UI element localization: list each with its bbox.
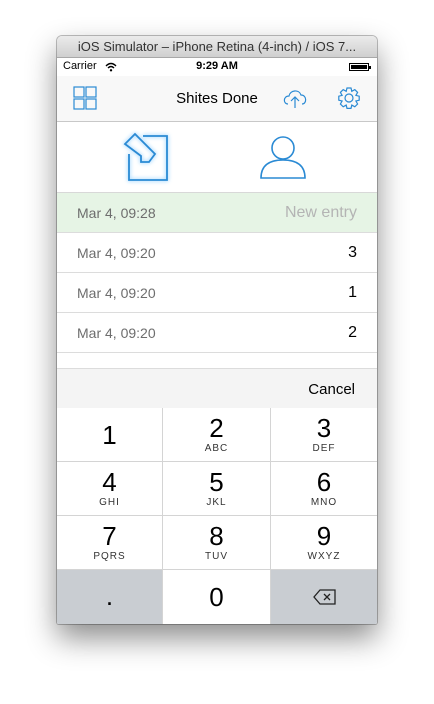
key-digit: . [105,581,114,611]
mode-selector [57,122,377,193]
key-9[interactable]: 9 WXYZ [271,516,377,570]
key-digit: 0 [209,582,224,612]
key-5[interactable]: 5 JKL [163,462,271,516]
key-decimal[interactable]: . [57,570,163,624]
key-0[interactable]: 0 [163,570,271,624]
entry-value: 1 [348,284,357,301]
key-letters: ABC [204,443,229,454]
key-letters: PQRS [93,551,126,562]
key-digit: 3 [316,413,332,443]
key-letters: JKL [206,497,227,508]
key-digit: 1 [102,420,117,450]
cancel-button[interactable]: Cancel [308,381,355,398]
person-icon[interactable] [255,130,311,186]
simulator-window: iOS Simulator – iPhone Retina (4-inch) /… [57,36,377,624]
entry-list: Mar 4, 09:28 New entry Mar 4, 09:20 3 Ma… [57,193,377,353]
key-8[interactable]: 8 TUV [163,516,271,570]
key-digit: 4 [102,467,117,497]
entry-date: Mar 4, 09:20 [77,245,156,261]
key-2[interactable]: 2 ABC [163,408,271,462]
nav-bar: Shites Done [57,76,377,122]
key-digit: 8 [209,521,224,551]
gear-icon[interactable] [335,84,363,112]
list-item[interactable]: Mar 4, 09:20 1 [57,273,377,313]
entry-date: Mar 4, 09:28 [77,205,156,221]
key-letters: MNO [310,497,338,508]
number-keypad: 1 2 ABC 3 DEF 4 GHI 5 JKL 6 MNO 7 PQRS 8… [57,408,377,624]
key-4[interactable]: 4 GHI [57,462,163,516]
key-letters: DEF [312,443,336,454]
entry-date: Mar 4, 09:20 [77,285,156,301]
key-1[interactable]: 1 [57,408,163,462]
entry-date: Mar 4, 09:20 [77,325,156,341]
key-digit: 6 [316,467,332,497]
new-entry-row[interactable]: Mar 4, 09:28 New entry [57,193,377,233]
entry-value: 3 [348,244,357,261]
entry-value: 2 [348,324,357,341]
list-item[interactable]: Mar 4, 09:20 2 [57,313,377,353]
key-digit: 2 [209,413,224,443]
battery-icon [349,63,371,71]
nav-title: Shites Done [176,90,258,107]
key-7[interactable]: 7 PQRS [57,516,163,570]
key-3[interactable]: 3 DEF [271,408,377,462]
key-letters: WXYZ [307,551,341,562]
key-6[interactable]: 6 MNO [271,462,377,516]
key-letters: TUV [205,551,228,562]
key-digit: 9 [316,521,332,551]
edit-icon[interactable] [119,130,175,186]
entry-value-placeholder: New entry [284,204,357,221]
key-digit: 5 [209,467,224,497]
status-bar: Carrier 9:29 AM [57,58,377,76]
list-item[interactable]: Mar 4, 09:20 3 [57,233,377,273]
key-letters: GHI [99,497,120,508]
divider [57,353,377,368]
delete-button[interactable] [271,570,377,624]
status-time: 9:29 AM [196,60,238,72]
keyboard-toolbar: Cancel [57,368,377,409]
delete-icon [313,589,336,605]
key-digit: 7 [102,521,117,551]
cloud-upload-icon[interactable] [281,84,309,112]
window-title: iOS Simulator – iPhone Retina (4-inch) /… [57,36,377,58]
